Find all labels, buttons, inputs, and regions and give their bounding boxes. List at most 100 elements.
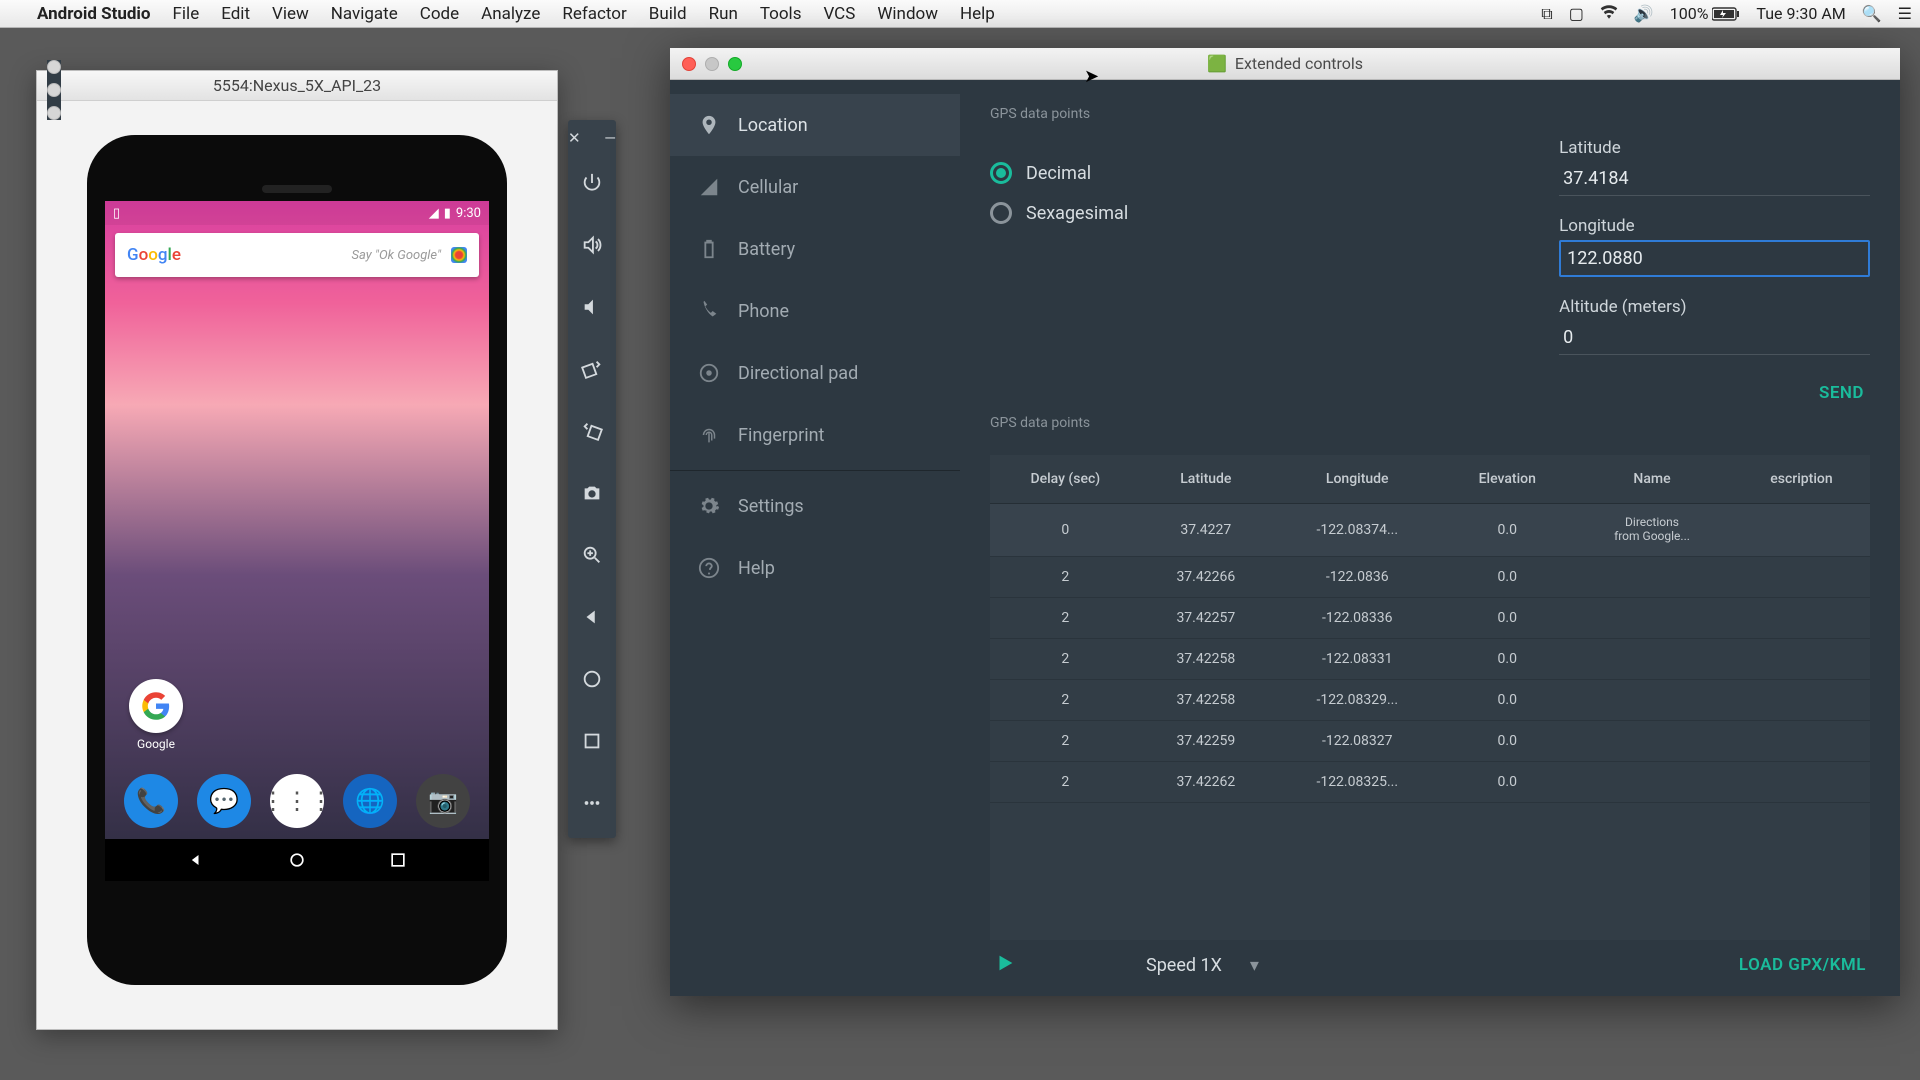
home-icon[interactable]: [287, 850, 307, 870]
emulator-toolbar: ✕ —: [568, 120, 616, 838]
menu-window[interactable]: Window: [866, 4, 949, 24]
menu-help[interactable]: Help: [949, 4, 1006, 24]
minimize-icon[interactable]: —: [604, 129, 616, 147]
battery-status[interactable]: 100%: [1662, 4, 1749, 23]
menu-navigate[interactable]: Navigate: [320, 4, 409, 24]
wifi-icon[interactable]: [1592, 4, 1626, 23]
app-icon: 🟩: [1207, 54, 1227, 73]
cell-desc: [1733, 504, 1870, 557]
home-button-icon[interactable]: [568, 648, 616, 710]
device-screen[interactable]: ▯ ◢▮9:30 Google Say "Ok Google" Google 📞…: [105, 201, 489, 881]
sidebar-item-label: Battery: [738, 239, 795, 260]
close-icon[interactable]: ✕: [568, 129, 581, 147]
volume-icon[interactable]: 🔊: [1626, 4, 1662, 23]
radio-sexagesimal[interactable]: Sexagesimal: [990, 202, 1128, 224]
camera-app-icon[interactable]: 📷: [416, 774, 470, 828]
messages-app-icon[interactable]: 💬: [197, 774, 251, 828]
rotate-left-icon[interactable]: [568, 338, 616, 400]
sidebar-item-cellular[interactable]: Cellular: [670, 156, 960, 218]
extended-sidebar: Location Cellular Battery Phone Directio…: [670, 80, 960, 996]
sidebar-item-phone[interactable]: Phone: [670, 280, 960, 342]
send-button[interactable]: SEND: [1813, 375, 1870, 411]
table-row[interactable]: 237.42259-122.083270.0: [990, 720, 1870, 761]
cell-lon: -122.08374...: [1271, 504, 1443, 557]
table-row[interactable]: 237.42257-122.083360.0: [990, 597, 1870, 638]
speed-select[interactable]: Speed 1X▾: [1146, 955, 1259, 976]
phone-app-icon[interactable]: 📞: [124, 774, 178, 828]
cell-delay: 2: [990, 638, 1141, 679]
longitude-input[interactable]: [1559, 240, 1870, 277]
volume-up-icon[interactable]: [568, 214, 616, 276]
traffic-close[interactable]: [47, 60, 61, 74]
cell-lon: -122.08336: [1271, 597, 1443, 638]
col-lon: Longitude: [1271, 455, 1443, 504]
table-row[interactable]: 237.42258-122.083310.0: [990, 638, 1870, 679]
altitude-input[interactable]: [1559, 321, 1870, 355]
sidebar-item-help[interactable]: Help: [670, 537, 960, 599]
table-row[interactable]: 237.42262-122.08325...0.0: [990, 761, 1870, 802]
menu-view[interactable]: View: [261, 4, 320, 24]
volume-down-icon[interactable]: [568, 276, 616, 338]
radio-icon: [990, 202, 1012, 224]
recents-icon[interactable]: [388, 850, 408, 870]
menu-icon[interactable]: ☰: [1890, 4, 1920, 23]
browser-app-icon[interactable]: 🌐: [343, 774, 397, 828]
google-app-icon[interactable]: Google: [129, 679, 183, 751]
sidebar-item-dpad[interactable]: Directional pad: [670, 342, 960, 404]
table-row[interactable]: 237.42266-122.08360.0: [990, 556, 1870, 597]
back-button-icon[interactable]: [568, 586, 616, 648]
apps-drawer-icon[interactable]: ⋮⋮⋮: [270, 774, 324, 828]
latitude-input[interactable]: [1559, 162, 1870, 196]
sidebar-item-settings[interactable]: Settings: [670, 475, 960, 537]
airplay-icon[interactable]: ▢: [1561, 4, 1592, 23]
back-icon[interactable]: [186, 850, 206, 870]
cell-lat: 37.42259: [1141, 720, 1271, 761]
cell-delay: 2: [990, 679, 1141, 720]
cell-lat: 37.42262: [1141, 761, 1271, 802]
traffic-min[interactable]: [705, 57, 719, 71]
menu-file[interactable]: File: [162, 4, 211, 24]
load-gpx-button[interactable]: LOAD GPX/KML: [1739, 955, 1866, 975]
screenshot-icon[interactable]: [568, 462, 616, 524]
play-button[interactable]: [994, 952, 1016, 978]
traffic-max[interactable]: [47, 106, 61, 120]
radio-decimal[interactable]: Decimal: [990, 162, 1128, 184]
signal-icon: ◢: [429, 206, 439, 221]
menu-edit[interactable]: Edit: [210, 4, 261, 24]
emulator-title: 5554:Nexus_5X_API_23: [213, 76, 381, 95]
menu-code[interactable]: Code: [409, 4, 470, 24]
menu-vcs[interactable]: VCS: [812, 4, 866, 24]
cell-delay: 2: [990, 556, 1141, 597]
col-desc: escription: [1733, 455, 1870, 504]
menu-analyze[interactable]: Analyze: [470, 4, 551, 24]
sidebar-item-label: Fingerprint: [738, 425, 824, 446]
table-row[interactable]: 037.4227-122.08374...0.0Directions from …: [990, 504, 1870, 557]
screens-icon[interactable]: ⧉: [1533, 4, 1560, 24]
overview-button-icon[interactable]: [568, 710, 616, 772]
menu-refactor[interactable]: Refactor: [551, 4, 637, 24]
cell-name: [1571, 556, 1733, 597]
mic-icon[interactable]: [451, 247, 467, 263]
traffic-max[interactable]: [728, 57, 742, 71]
power-icon[interactable]: [568, 152, 616, 214]
menu-tools[interactable]: Tools: [749, 4, 813, 24]
cell-desc: [1733, 679, 1870, 720]
menu-run[interactable]: Run: [698, 4, 749, 24]
app-name[interactable]: Android Studio: [26, 4, 162, 24]
sidebar-item-fingerprint[interactable]: Fingerprint: [670, 404, 960, 466]
sidebar-item-location[interactable]: Location: [670, 94, 960, 156]
sidebar-item-battery[interactable]: Battery: [670, 218, 960, 280]
menu-build[interactable]: Build: [638, 4, 698, 24]
table-row[interactable]: 237.42258-122.08329...0.0: [990, 679, 1870, 720]
traffic-close[interactable]: [682, 57, 696, 71]
rotate-right-icon[interactable]: [568, 400, 616, 462]
zoom-icon[interactable]: [568, 524, 616, 586]
cell-lat: 37.42258: [1141, 638, 1271, 679]
cell-lon: -122.08327: [1271, 720, 1443, 761]
more-icon[interactable]: [568, 772, 616, 834]
traffic-min[interactable]: [47, 83, 61, 97]
status-time: 9:30: [456, 206, 481, 221]
google-search-bar[interactable]: Google Say "Ok Google": [115, 233, 479, 277]
clock[interactable]: Tue 9:30 AM: [1748, 4, 1853, 23]
spotlight-icon[interactable]: 🔍: [1854, 4, 1890, 23]
